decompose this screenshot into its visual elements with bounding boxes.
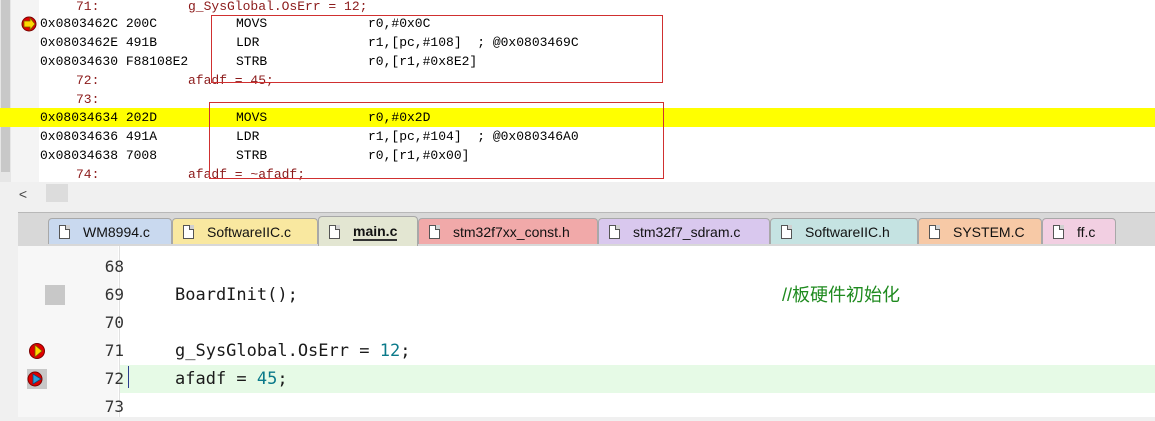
line-number: 72: [104, 369, 124, 388]
annotation-box: [209, 102, 664, 179]
code-line[interactable]: 68: [18, 253, 1155, 281]
annotation-box: [211, 15, 663, 83]
tab-label: main.c: [353, 222, 398, 241]
file-icon: [59, 224, 70, 239]
file-icon: [781, 224, 792, 239]
current-execution-arrow-icon: [21, 16, 37, 32]
tab-label: SYSTEM.C: [953, 223, 1025, 240]
line-number: 69: [104, 285, 124, 304]
tab-softwareiic-c[interactable]: SoftwareIIC.c: [172, 218, 318, 244]
tab-wm8994-c[interactable]: WM8994.c: [48, 218, 172, 244]
disassembly-window[interactable]: 71: g_SysGlobal.OsErr = 12; 0x0803462C 20…: [0, 0, 1155, 182]
breakpoint-arrow-icon[interactable]: [28, 342, 46, 360]
tab-stm32f7-sdram-c[interactable]: stm32f7_sdram.c: [598, 218, 770, 244]
disassembly-horizontal-scrollbar[interactable]: [11, 182, 1155, 202]
line-number: 68: [104, 257, 124, 276]
file-icon: [183, 224, 194, 239]
code-line[interactable]: 69 BoardInit(); //板硬件初始化: [18, 281, 1155, 309]
tab-ff-c[interactable]: ff.c: [1042, 218, 1116, 244]
code-text: BoardInit();: [175, 285, 298, 305]
file-icon: [609, 224, 620, 239]
file-icon: [1053, 224, 1064, 239]
line-number: 70: [104, 313, 124, 332]
code-line[interactable]: 70: [18, 309, 1155, 337]
code-text: g_SysGlobal.OsErr = 12;: [175, 341, 411, 361]
tab-main-c[interactable]: main.c: [318, 216, 418, 246]
code-comment: //板硬件初始化: [782, 285, 901, 305]
tab-label: WM8994.c: [83, 223, 150, 240]
file-icon: [429, 224, 440, 239]
scroll-left-arrow-icon[interactable]: <: [12, 186, 34, 202]
tab-label: stm32f7_sdram.c: [633, 223, 741, 240]
file-icon: [929, 224, 940, 239]
file-icon: [329, 224, 340, 239]
tab-system-c[interactable]: SYSTEM.C: [918, 218, 1042, 244]
breakpoint-arrow-icon[interactable]: [27, 370, 45, 388]
line-marker: [45, 285, 65, 305]
code-line[interactable]: 72 afadf = 45;: [18, 365, 1155, 393]
code-line[interactable]: 71 g_SysGlobal.OsErr = 12;: [18, 337, 1155, 365]
code-text: afadf = 45;: [175, 369, 288, 389]
tab-softwareiic-h[interactable]: SoftwareIIC.h: [770, 218, 918, 244]
tab-label: SoftwareIIC.c: [207, 223, 292, 240]
line-number: 71: [104, 341, 124, 360]
tab-label: stm32f7xx_const.h: [453, 223, 570, 240]
tab-stm32f7xx-const-h[interactable]: stm32f7xx_const.h: [418, 218, 598, 244]
tab-label: ff.c: [1077, 223, 1096, 240]
text-caret: [128, 366, 129, 388]
tab-label: SoftwareIIC.h: [805, 223, 890, 240]
horizontal-scroll-thumb[interactable]: [46, 184, 68, 202]
